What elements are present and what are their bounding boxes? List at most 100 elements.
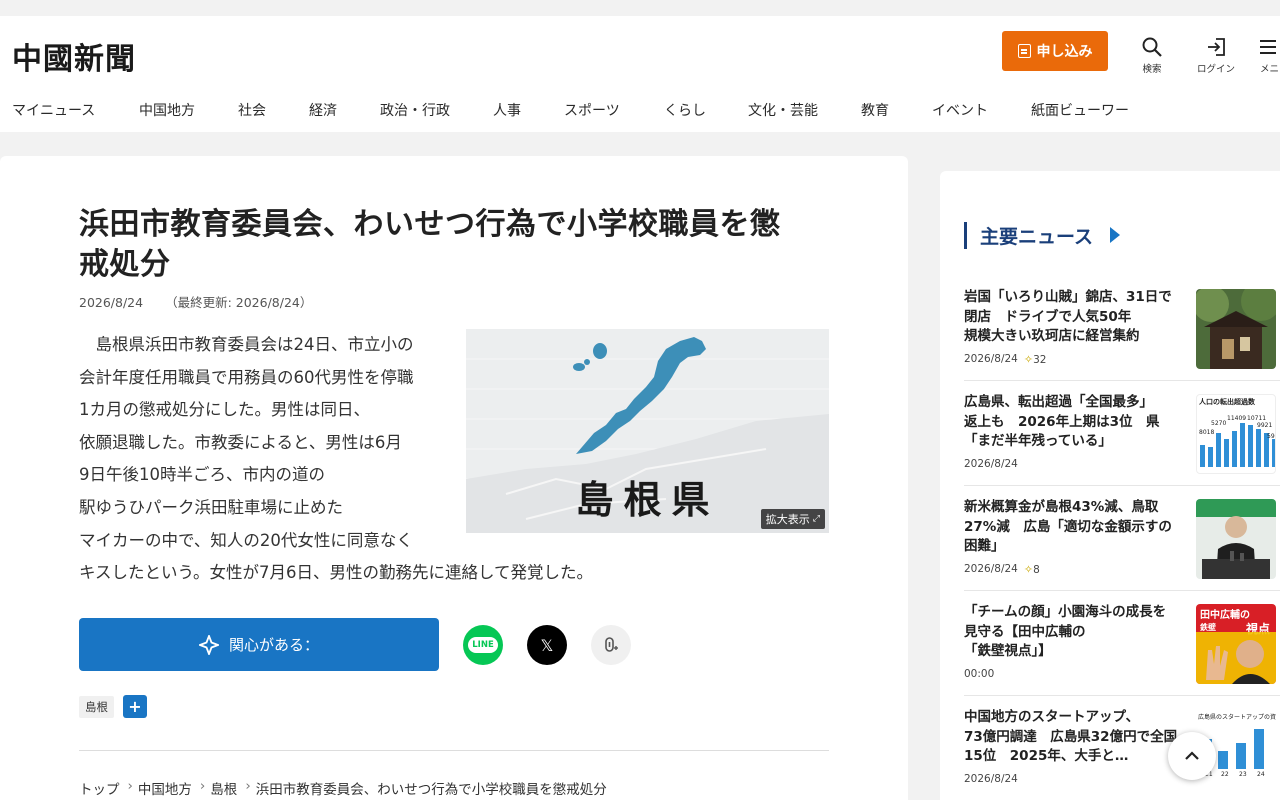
thumb-value: 8018 xyxy=(1199,429,1215,436)
thumb-axis-label: 22 xyxy=(1221,771,1229,778)
body-line: キスしたという。女性が7月6日、男性の勤務先に連絡して発覚した。 xyxy=(79,563,594,583)
sparkle-icon xyxy=(198,634,219,655)
nav-society[interactable]: 社会 xyxy=(238,100,266,120)
breadcrumb-top[interactable]: トップ xyxy=(79,778,120,798)
share-line-button[interactable]: LINE xyxy=(463,625,503,665)
interest-label: 関心がある： xyxy=(228,636,319,654)
news-title-line: 中国地方のスタートアップ、 xyxy=(964,709,1140,725)
news-title-line: 広島県、転出超過「全国最多」 xyxy=(964,394,1153,410)
news-title-line: 27%減 広島「適切な金額示すの xyxy=(964,518,1172,535)
divider xyxy=(79,750,829,751)
news-title: 「チームの顔」小園海斗の成長を 見守る【田中広輔の 「鉄壁視点」】 xyxy=(964,603,1180,662)
nav-culture[interactable]: 文化・芸能 xyxy=(748,100,818,120)
site-logo[interactable]: 中國新聞 xyxy=(12,34,136,78)
news-item[interactable]: 中国地方のスタートアップ、 73億円調達 広島県32億円で全国 15位 2025… xyxy=(964,708,1280,789)
news-thumbnail xyxy=(1196,499,1276,579)
search-icon xyxy=(1126,34,1178,60)
thumb-value: 5270 xyxy=(1211,420,1227,427)
link-icon xyxy=(605,637,618,652)
menu-button[interactable]: メニ xyxy=(1252,34,1280,75)
news-item[interactable]: 新米概算金が島根43%減、鳥取 27%減 広島「適切な金額示すの 困難」 202… xyxy=(964,498,1280,579)
news-title-line: 「まだ半年残っている」 xyxy=(964,433,1112,449)
news-title-line: 見守る【田中広輔の xyxy=(964,623,1086,640)
news-title-line: 困難」 xyxy=(964,538,1005,554)
scroll-to-top-button[interactable] xyxy=(1168,732,1216,780)
thumb-value: 9921 xyxy=(1257,422,1273,429)
interest-button[interactable]: 関心がある： xyxy=(79,618,439,671)
news-item[interactable]: 「チームの顔」小園海斗の成長を 見守る【田中広輔の 「鉄壁視点」】 00:00 … xyxy=(964,603,1280,684)
nav-economy[interactable]: 経済 xyxy=(309,100,337,120)
share-x-button[interactable]: 𝕏 xyxy=(527,625,567,665)
article-photo[interactable]: 島根県 拡大表示 ⤢ xyxy=(466,329,829,533)
chevron-up-icon xyxy=(1185,751,1199,760)
news-title: 広島県、転出超過「全国最多」 返上も 2026年上期は3位 県 「まだ半年残って… xyxy=(964,393,1180,452)
thumb-axis-label: 24 xyxy=(1257,771,1265,778)
sparkle-icon: ✧ xyxy=(1023,562,1034,576)
interest-count-value: 8 xyxy=(1033,563,1040,576)
thumb-value: 11409 xyxy=(1227,415,1247,422)
nav-personnel[interactable]: 人事 xyxy=(493,100,521,120)
news-title-line: 「鉄壁視点」】 xyxy=(964,643,1052,659)
breadcrumb-chugoku[interactable]: 中国地方 xyxy=(138,778,192,798)
site-header: 中國新聞 申し込み 検索 ログイン メニ マイニュース 中国地方 社会 経済 政… xyxy=(0,16,1280,132)
login-icon xyxy=(1190,34,1242,60)
nav-sports[interactable]: スポーツ xyxy=(564,100,620,120)
search-label: 検索 xyxy=(1142,64,1162,75)
nav-education[interactable]: 教育 xyxy=(861,100,889,120)
nav-paper-viewer[interactable]: 紙面ビューワー xyxy=(1031,100,1129,120)
line-icon: LINE xyxy=(468,637,498,653)
news-separator xyxy=(964,380,1280,381)
article-card: 浜田市教育委員会、わいせつ行為で小学校職員を懲 戒処分 2026/8/24 （最終… xyxy=(0,156,908,800)
apply-button-label: 申し込み xyxy=(1036,44,1093,60)
news-thumbnail xyxy=(1196,289,1276,369)
login-label: ログイン xyxy=(1196,64,1235,75)
news-date: 00:00 xyxy=(964,667,995,680)
news-title-line: 閉店 ドライブで人気50年 xyxy=(964,308,1132,325)
news-separator xyxy=(964,485,1280,486)
chevron-right-icon: › xyxy=(245,778,251,794)
chevron-right-icon: › xyxy=(127,778,133,794)
news-separator xyxy=(964,695,1280,696)
article-dateline: 2026/8/24 （最終更新: 2026/8/24） xyxy=(79,292,312,311)
nav-my-news[interactable]: マイニュース xyxy=(12,100,95,120)
apply-button[interactable]: 申し込み xyxy=(1002,31,1108,71)
nav-life[interactable]: くらし xyxy=(664,100,706,120)
news-date: 2026/8/24 xyxy=(964,563,1018,575)
news-title-line: 15位 2025年、大手と… xyxy=(964,748,1129,764)
news-separator xyxy=(964,590,1280,591)
thumb-axis-label: 23 xyxy=(1239,771,1247,778)
news-item[interactable]: 岩国「いろり山賊」錦店、31日で 閉店 ドライブで人気50年 規模大きい玖珂店に… xyxy=(964,288,1280,369)
nav-politics[interactable]: 政治・行政 xyxy=(380,100,450,120)
publish-date: 2026/8/24 xyxy=(79,295,144,310)
interest-count-value: 32 xyxy=(1033,353,1047,366)
article-title-line-1: 浜田市教育委員会、わいせつ行為で小学校職員を懲 xyxy=(79,207,781,242)
news-item[interactable]: 広島県、転出超過「全国最多」 返上も 2026年上期は3位 県 「まだ半年残って… xyxy=(964,393,1280,474)
thumb-chart-title: 人口の転出超過数 xyxy=(1199,398,1255,406)
news-title: 岩国「いろり山賊」錦店、31日で 閉店 ドライブで人気50年 規模大きい玖珂店に… xyxy=(964,288,1180,347)
news-date: 2026/8/24 xyxy=(964,772,1018,785)
breadcrumb-shimane[interactable]: 島根 xyxy=(210,778,237,798)
topic-tag[interactable]: 島根 xyxy=(79,696,114,718)
login-button[interactable]: ログイン xyxy=(1190,34,1242,75)
copy-link-button[interactable] xyxy=(591,625,631,665)
follow-tag-button[interactable]: + xyxy=(123,695,147,718)
updated-date: （最終更新: 2026/8/24） xyxy=(165,295,313,310)
breadcrumb-current: 浜田市教育委員会、わいせつ行為で小学校職員を懲戒処分 xyxy=(255,782,607,798)
breadcrumb: トップ › 中国地方 › 島根 › 浜田市教育委員会、わいせつ行為で小学校職員を… xyxy=(79,778,607,798)
interest-count: ✧32 xyxy=(1024,353,1047,366)
sparkle-icon: ✧ xyxy=(1023,352,1034,366)
article-title: 浜田市教育委員会、わいせつ行為で小学校職員を懲 戒処分 xyxy=(79,205,829,285)
interest-count: ✧8 xyxy=(1024,563,1040,576)
nav-events[interactable]: イベント xyxy=(932,100,988,120)
zoom-label: 拡大表示 xyxy=(765,513,810,526)
zoom-button[interactable]: 拡大表示 ⤢ xyxy=(760,509,825,529)
news-date: 2026/8/24 xyxy=(964,353,1018,365)
search-button[interactable]: 検索 xyxy=(1126,34,1178,75)
news-title-line: 新米概算金が島根43%減、鳥取 xyxy=(964,499,1159,515)
x-icon: 𝕏 xyxy=(540,635,554,655)
main-news-heading[interactable]: 主要ニュース xyxy=(964,221,1121,249)
news-thumbnail: 田中広輔の 鉄壁 視点 xyxy=(1196,604,1276,684)
nav-chugoku[interactable]: 中国地方 xyxy=(139,100,195,120)
news-title-line: 規模大きい玖珂店に経営集約 xyxy=(964,328,1140,344)
news-thumbnail: 人口の転出超過数 8018 5270 11409 10711 9921 5925 xyxy=(1196,394,1276,474)
